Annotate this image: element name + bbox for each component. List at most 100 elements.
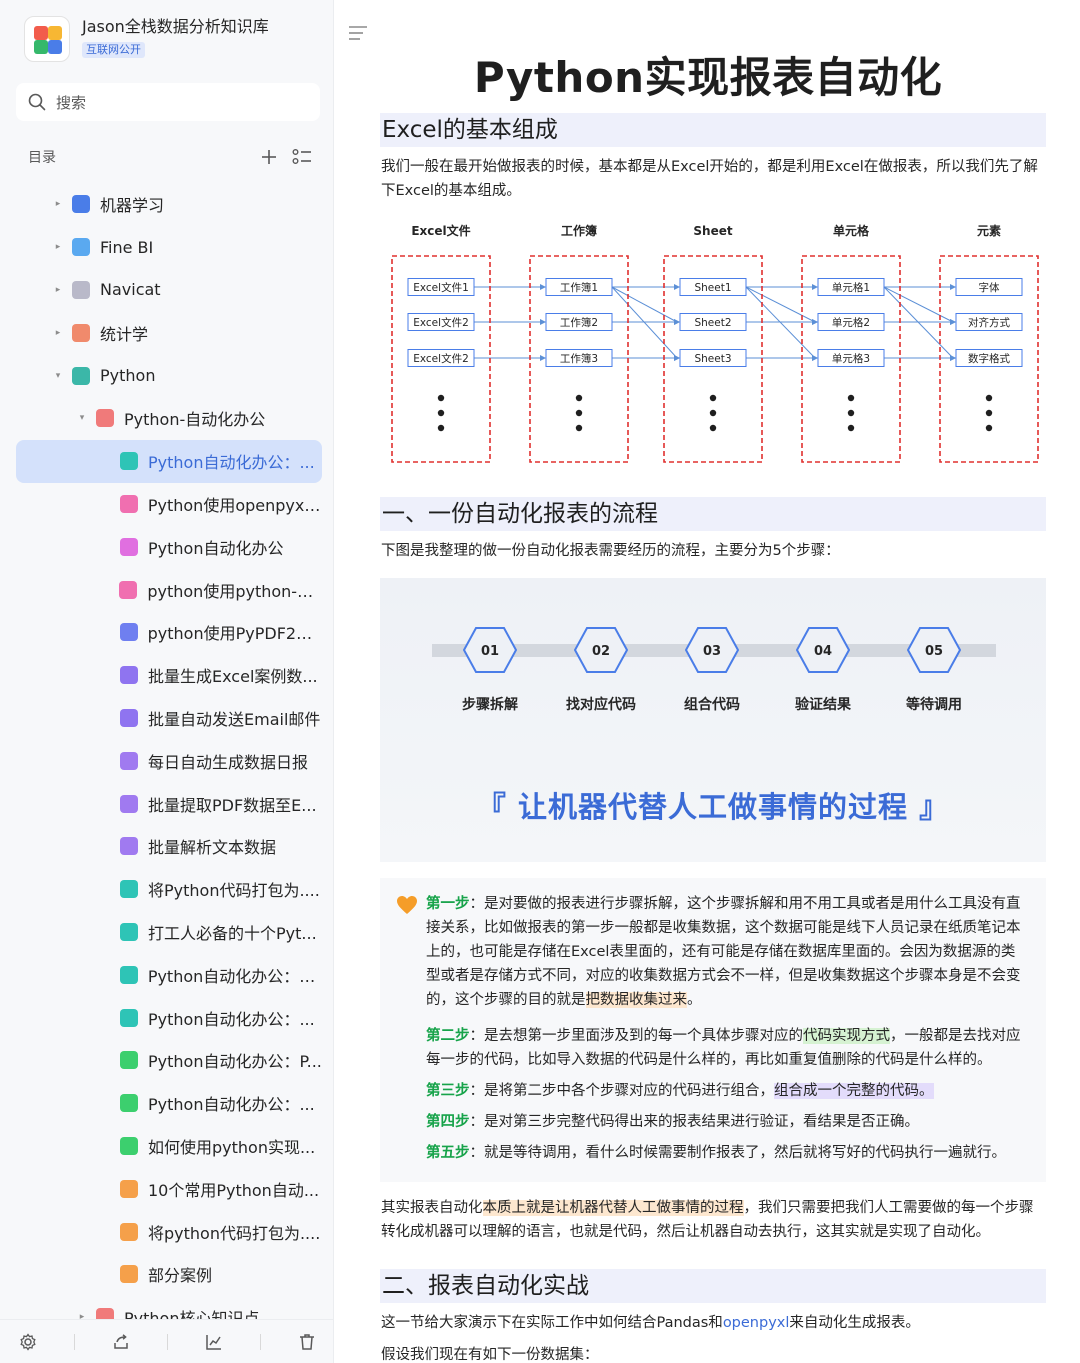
doc-icon bbox=[120, 880, 138, 899]
menu-toggle-icon[interactable] bbox=[348, 24, 368, 42]
list-view-icon[interactable] bbox=[292, 148, 312, 166]
ellipsis-dot bbox=[847, 409, 855, 417]
diagram-item-label: Excel文件2 bbox=[413, 352, 469, 365]
doc-icon bbox=[120, 452, 138, 471]
diagram-item-label: 数字格式 bbox=[968, 352, 1010, 365]
tree-item-label: Fine BI bbox=[100, 237, 154, 257]
trash-icon[interactable] bbox=[298, 1333, 316, 1351]
tree-item[interactable]: 将python代码打包为.... bbox=[16, 1210, 322, 1253]
chevron-icon[interactable]: ▾ bbox=[52, 371, 64, 381]
tree-item[interactable]: ▸ Navicat bbox=[16, 269, 322, 312]
tree-item-label: 将Python代码打包为.... bbox=[148, 881, 320, 901]
tree-item[interactable]: 批量自动发送Email邮件 bbox=[16, 697, 322, 740]
tree-item[interactable]: Python自动化办公：P... bbox=[16, 1039, 322, 1082]
flow-step: 02 找对应代码 bbox=[556, 626, 646, 714]
tree-item[interactable]: Python自动化办公：... bbox=[16, 996, 322, 1039]
ellipsis-dot bbox=[985, 394, 993, 402]
tree-item[interactable]: 10个常用Python自动... bbox=[16, 1167, 322, 1210]
tree-item[interactable]: 将Python代码打包为.... bbox=[16, 868, 322, 911]
toc-header: 目录 bbox=[28, 146, 312, 168]
folder-icon bbox=[96, 409, 114, 428]
doc-icon bbox=[119, 494, 138, 513]
tree-item[interactable]: Python使用openpyxl... bbox=[16, 483, 322, 526]
globe-icon bbox=[72, 238, 90, 257]
tree-item[interactable]: ▾ Python-自动化办公 bbox=[16, 397, 322, 440]
tree-item[interactable]: Python自动化办公 bbox=[16, 525, 322, 568]
tree-item[interactable]: python使用python-do... bbox=[16, 568, 322, 611]
practice-text: 这一节给大家演示下在实际工作中如何结合Pandas和 bbox=[381, 1315, 723, 1331]
doc-icon bbox=[120, 666, 138, 685]
diagram-item-label: Sheet1 bbox=[694, 282, 731, 294]
diagram-column-header: Sheet bbox=[693, 224, 732, 238]
flow-step: 03 组合代码 bbox=[667, 626, 757, 714]
ellipsis-dot bbox=[847, 394, 855, 402]
stats-icon[interactable] bbox=[205, 1333, 223, 1351]
diagram-column-header: 单元格 bbox=[833, 223, 870, 238]
chevron-icon[interactable]: ▾ bbox=[76, 413, 88, 423]
chevron-icon[interactable]: ▸ bbox=[52, 285, 64, 295]
tree-item[interactable]: ▸ 机器学习 bbox=[16, 183, 322, 226]
connector-line bbox=[745, 286, 816, 323]
hexagon-badge: 01 bbox=[462, 627, 518, 673]
chevron-icon[interactable]: ▸ bbox=[52, 328, 64, 338]
tree-item-label: Python自动化办公：E... bbox=[147, 966, 322, 986]
connector-arrow bbox=[950, 319, 956, 325]
ellipsis-dot bbox=[575, 424, 583, 432]
ellipsis-dot bbox=[985, 409, 993, 417]
step-label: 找对应代码 bbox=[566, 697, 636, 713]
doc-icon bbox=[120, 922, 138, 941]
tree-item[interactable]: 部分案例 bbox=[16, 1253, 322, 1296]
step1-end: 。 bbox=[687, 992, 702, 1008]
tree-item[interactable]: 批量解析文本数据 bbox=[16, 825, 322, 868]
diagram-item-label: 对齐方式 bbox=[968, 316, 1010, 329]
sidebar-footer bbox=[0, 1319, 333, 1363]
step1-highlight: 把数据收集过来 bbox=[585, 992, 687, 1008]
diagram-column-header: Excel文件 bbox=[411, 223, 470, 238]
doc-icon bbox=[119, 580, 138, 599]
step4-tag: 第四步 bbox=[426, 1114, 470, 1130]
step5-tag: 第五步 bbox=[426, 1145, 470, 1161]
doc-icon bbox=[120, 837, 138, 856]
practice-text-rest: 来自动化生成报表。 bbox=[789, 1315, 920, 1331]
tree-item-label: Python自动化办公：P... bbox=[148, 1052, 322, 1072]
tree-item[interactable]: 批量提取PDF数据至E... bbox=[16, 782, 322, 825]
tree-item-label: 打工人必备的十个Pyt... bbox=[148, 923, 317, 943]
doc-icon bbox=[120, 1179, 138, 1198]
tree-item[interactable]: 如何使用python实现... bbox=[16, 1125, 322, 1168]
tree-item[interactable]: ▾ Python bbox=[16, 354, 322, 397]
diagram-item-label: 单元格1 bbox=[832, 281, 870, 294]
paragraph-summary: 其实报表自动化本质上就是让机器代替人工做事情的过程，我们只需要把我们人工需要做的… bbox=[381, 1196, 1047, 1244]
doc-icon bbox=[120, 1265, 138, 1284]
search-input[interactable]: 搜索 bbox=[16, 83, 320, 121]
tree-item[interactable]: Python自动化办公：... bbox=[16, 439, 322, 483]
tree-item-label: Python-自动化办公 bbox=[124, 410, 266, 430]
tree-item-label: 将python代码打包为.... bbox=[148, 1223, 321, 1243]
add-icon[interactable] bbox=[260, 148, 278, 166]
tree-item[interactable]: python使用PyPDF2和... bbox=[16, 611, 322, 654]
paragraph-practice: 这一节给大家演示下在实际工作中如何结合Pandas和openpyxl来自动化生成… bbox=[381, 1311, 1047, 1335]
ellipsis-dot bbox=[847, 424, 855, 432]
tree-item[interactable]: Python自动化办公：... bbox=[16, 1082, 322, 1125]
footer-divider bbox=[166, 1333, 168, 1350]
doc-icon bbox=[120, 751, 138, 770]
openpyxl-link[interactable]: openpyxl bbox=[723, 1315, 790, 1331]
ellipsis-dot bbox=[709, 409, 717, 417]
diagram-item-label: 工作簿3 bbox=[560, 352, 598, 365]
tree-item[interactable]: 批量生成Excel案例数... bbox=[16, 654, 322, 697]
step-label: 步骤拆解 bbox=[462, 697, 518, 713]
tree-item[interactable]: 打工人必备的十个Pyt... bbox=[16, 911, 322, 954]
public-badge: 互联网公开 bbox=[82, 42, 145, 58]
chevron-icon[interactable]: ▸ bbox=[52, 199, 64, 209]
brand[interactable]: Jason全栈数据分析知识库 互联网公开 bbox=[24, 16, 269, 62]
hexagon-badge: 03 bbox=[684, 627, 740, 673]
share-icon[interactable] bbox=[112, 1333, 130, 1351]
tree-item[interactable]: ▸ Fine BI bbox=[16, 226, 322, 269]
ellipsis-dot bbox=[709, 424, 717, 432]
diagram-item-label: 字体 bbox=[979, 281, 1000, 294]
tree-item[interactable]: ▸ 统计学 bbox=[16, 311, 322, 354]
tree-item[interactable]: 每日自动生成数据日报 bbox=[16, 739, 322, 782]
step5-description: 第五步：就是等待调用，看什么时候需要制作报表了，然后就将写好的代码执行一遍就行。 bbox=[426, 1141, 1024, 1165]
settings-icon[interactable] bbox=[19, 1332, 37, 1351]
chevron-icon[interactable]: ▸ bbox=[52, 242, 64, 252]
tree-item[interactable]: Python自动化办公：E... bbox=[16, 953, 322, 996]
